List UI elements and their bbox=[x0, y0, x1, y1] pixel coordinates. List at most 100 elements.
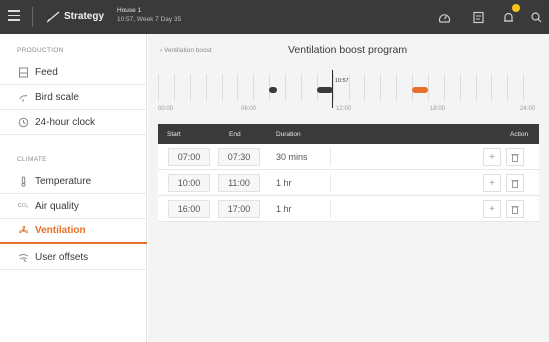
duration-value: 1 hr bbox=[276, 178, 292, 188]
timeline-hour-cell bbox=[158, 74, 174, 101]
timeline-hour-cell bbox=[459, 74, 476, 101]
timeline-hour-cell bbox=[364, 74, 380, 101]
divider bbox=[330, 148, 331, 166]
end-time-input[interactable]: 07:30 bbox=[218, 148, 260, 166]
sidebar-item-label: Feed bbox=[35, 66, 58, 78]
schedule-event-bar[interactable] bbox=[269, 87, 278, 93]
house-info[interactable]: House 1 10:57, Week 7 Day 35 bbox=[117, 6, 181, 24]
start-time-input[interactable]: 10:00 bbox=[168, 174, 210, 192]
dashboard-icon[interactable] bbox=[438, 11, 451, 24]
schedule-event-bar[interactable] bbox=[412, 87, 428, 93]
trash-icon bbox=[511, 205, 519, 214]
sidebar-item-label: User offsets bbox=[35, 251, 89, 263]
schedule-table: Start End Duration Action 07:00 07:30 30… bbox=[158, 124, 539, 222]
timeline-hour-cell bbox=[237, 74, 253, 101]
timeline-hour-cell bbox=[507, 74, 523, 101]
timeline-hour-cell bbox=[285, 74, 301, 101]
timeline-hour-cell bbox=[173, 74, 190, 101]
clock-icon bbox=[17, 116, 29, 128]
page-title: Ventilation boost program bbox=[288, 44, 408, 56]
duration-value: 30 mins bbox=[276, 152, 308, 162]
menu-icon[interactable] bbox=[8, 10, 20, 22]
timeline-hour-cell bbox=[189, 74, 206, 101]
timeline-tick: 18:00 bbox=[430, 106, 446, 112]
notification-badge bbox=[512, 4, 520, 12]
timeline-hour-cell bbox=[253, 74, 269, 101]
house-time: 10:57, Week 7 Day 35 bbox=[117, 16, 182, 23]
section-heading-production: PRODUCTION bbox=[17, 47, 64, 54]
timeline-hour-cell bbox=[348, 74, 365, 101]
bell-icon[interactable] bbox=[502, 11, 515, 24]
table-row: 10:00 11:00 1 hr + bbox=[158, 170, 539, 196]
sidebar-item-label: Ventilation bbox=[35, 225, 86, 236]
sidebar-item-bird-scale[interactable]: Bird scale bbox=[0, 85, 147, 110]
timeline-hour-cell bbox=[427, 74, 444, 101]
timeline-hour-cell bbox=[205, 74, 222, 101]
app-title[interactable]: Strategy bbox=[64, 11, 104, 22]
column-header-start: Start bbox=[167, 131, 181, 138]
divider bbox=[32, 7, 33, 27]
timeline-hour-cell bbox=[523, 74, 539, 101]
add-button[interactable]: + bbox=[483, 148, 501, 166]
trash-icon bbox=[511, 179, 519, 188]
add-button[interactable]: + bbox=[483, 200, 501, 218]
column-header-duration: Duration bbox=[276, 131, 301, 138]
timeline-hour-cell bbox=[221, 74, 238, 101]
trash-icon bbox=[511, 153, 519, 162]
timeline-tick: 24:00 bbox=[520, 106, 536, 112]
sidebar-item-air-quality[interactable]: CO₂ Air quality bbox=[0, 194, 147, 219]
search-icon[interactable] bbox=[530, 11, 543, 24]
offsets-icon bbox=[17, 251, 29, 263]
thermometer-icon bbox=[17, 175, 29, 187]
add-button[interactable]: + bbox=[483, 174, 501, 192]
table-header: Start End Duration Action bbox=[158, 124, 539, 144]
timeline-tick: 06:00 bbox=[241, 106, 257, 112]
table-row: 16:00 17:00 1 hr + bbox=[158, 196, 539, 222]
notes-icon[interactable] bbox=[472, 11, 485, 24]
divider bbox=[330, 174, 331, 192]
sidebar-item-24-hour-clock[interactable]: 24-hour clock bbox=[0, 110, 147, 135]
column-header-action: Action bbox=[510, 131, 529, 138]
timeline-hour-cell bbox=[443, 74, 460, 101]
table-row: 07:00 07:30 30 mins + bbox=[158, 144, 539, 170]
sidebar-item-temperature[interactable]: Temperature bbox=[0, 169, 147, 194]
start-time-input[interactable]: 16:00 bbox=[168, 200, 210, 218]
house-name: House 1 bbox=[117, 7, 142, 14]
sidebar-item-ventilation[interactable]: Ventilation bbox=[0, 219, 147, 244]
divider bbox=[330, 200, 331, 218]
sidebar: PRODUCTION Feed Bird scale 24-hour clock… bbox=[0, 34, 147, 342]
sidebar-item-label: Air quality bbox=[35, 200, 79, 212]
duration-value: 1 hr bbox=[276, 204, 292, 214]
fan-icon bbox=[17, 225, 29, 237]
current-time-label: 10:57 bbox=[334, 78, 349, 84]
plus-icon: + bbox=[489, 177, 495, 189]
top-bar: Strategy House 1 10:57, Week 7 Day 35 bbox=[0, 0, 549, 34]
timeline-hour-cell bbox=[475, 74, 492, 101]
end-time-input[interactable]: 17:00 bbox=[218, 200, 260, 218]
main-content: ‹ Ventilation boost Ventilation boost pr… bbox=[148, 34, 549, 342]
co2-icon: CO₂ bbox=[17, 203, 29, 209]
sidebar-item-label: Temperature bbox=[35, 175, 92, 187]
timeline-tick: 00:00 bbox=[158, 106, 174, 112]
timeline-hour-cell bbox=[396, 74, 412, 101]
sidebar-item-user-offsets[interactable]: User offsets bbox=[0, 245, 147, 270]
bird-scale-icon bbox=[17, 91, 29, 103]
timeline-hour-cell bbox=[380, 74, 396, 101]
plus-icon: + bbox=[489, 203, 495, 215]
sidebar-item-feed[interactable]: Feed bbox=[0, 60, 147, 85]
timeline-tick: 12:00 bbox=[336, 106, 352, 112]
timeline-hour-cell bbox=[300, 74, 317, 101]
delete-button[interactable] bbox=[506, 200, 524, 218]
breadcrumb-back[interactable]: ‹ Ventilation boost bbox=[160, 47, 212, 54]
delete-button[interactable] bbox=[506, 174, 524, 192]
column-header-end: End bbox=[229, 131, 241, 138]
schedule-event-bar[interactable] bbox=[316, 87, 333, 93]
timeline-hour-cell bbox=[491, 74, 507, 101]
section-heading-climate: CLIMATE bbox=[17, 156, 47, 163]
end-time-input[interactable]: 11:00 bbox=[218, 174, 260, 192]
start-time-input[interactable]: 07:00 bbox=[168, 148, 210, 166]
sidebar-item-label: 24-hour clock bbox=[35, 116, 96, 128]
plus-icon: + bbox=[489, 151, 495, 163]
delete-button[interactable] bbox=[506, 148, 524, 166]
schedule-timeline[interactable]: 10:57 00:00 06:00 12:00 18:00 24:00 bbox=[158, 70, 539, 114]
